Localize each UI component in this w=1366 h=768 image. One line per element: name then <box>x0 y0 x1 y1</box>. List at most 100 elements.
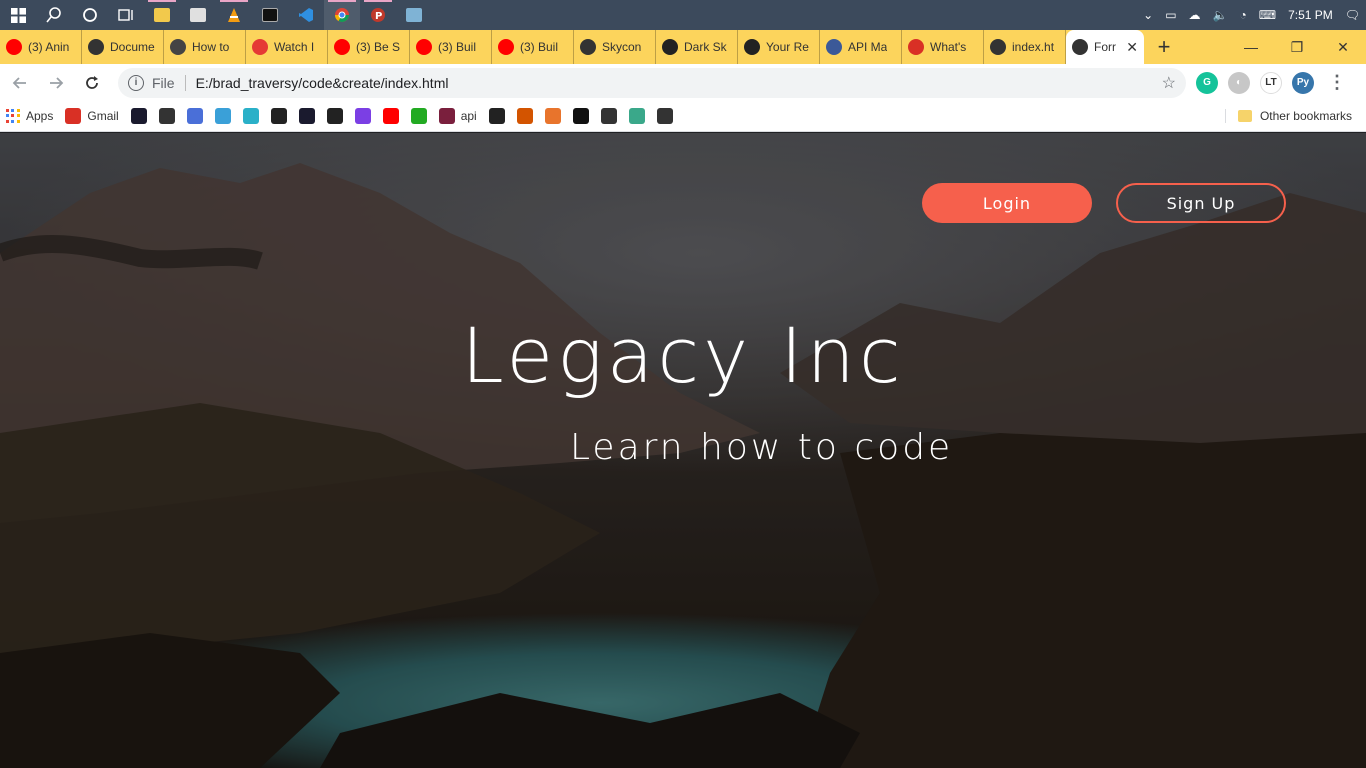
store-icon[interactable] <box>180 0 216 30</box>
volume-icon[interactable]: 🔈 <box>1207 8 1234 22</box>
forward-button[interactable] <box>40 67 72 99</box>
browser-tab[interactable]: How to <box>164 30 246 64</box>
browser-tab[interactable]: Watch I <box>246 30 328 64</box>
shield-check-icon <box>242 108 259 124</box>
tab-title: Forr <box>1094 40 1116 54</box>
browser-tab[interactable]: Dark Sk <box>656 30 738 64</box>
bookmark-item[interactable] <box>511 103 539 129</box>
apps-grid-icon <box>6 109 20 123</box>
signup-button[interactable]: Sign Up <box>1116 183 1286 223</box>
browser-tab[interactable]: Docume <box>82 30 164 64</box>
bookmark-item[interactable]: api <box>433 103 483 129</box>
bookmark-item[interactable] <box>377 103 405 129</box>
cortana-icon[interactable] <box>72 0 108 30</box>
language-icon[interactable]: ⌨ <box>1253 8 1282 22</box>
bookmark-item[interactable] <box>405 103 433 129</box>
bookmark-item[interactable] <box>595 103 623 129</box>
windows-start-icon[interactable] <box>0 0 36 30</box>
bookmark-item[interactable] <box>483 103 511 129</box>
languagetool-icon[interactable]: LT <box>1260 71 1282 94</box>
timer-icon <box>410 108 427 124</box>
close-window-button[interactable]: ✕ <box>1320 30 1366 64</box>
browser-tab[interactable]: Your Re <box>738 30 820 64</box>
other-bookmarks[interactable]: Other bookmarks <box>1224 109 1366 123</box>
bookmark-item[interactable] <box>651 103 679 129</box>
globe-icon <box>990 39 1006 55</box>
tab-title: API Ma <box>848 40 888 54</box>
page-title: Legacy Inc <box>461 311 905 400</box>
browser-tab[interactable]: index.ht <box>984 30 1066 64</box>
search-icon[interactable] <box>36 0 72 30</box>
bookmark-label: Apps <box>26 109 54 123</box>
battery-icon[interactable]: ▭ <box>1159 8 1182 22</box>
bookmark-item[interactable] <box>265 103 293 129</box>
bookmark-item[interactable] <box>125 103 153 129</box>
address-bar[interactable]: i File E:/brad_traversy/code&create/inde… <box>118 67 1186 98</box>
tab-title: Dark Sk <box>684 40 727 54</box>
bookmark-item[interactable]: Gmail <box>59 103 124 129</box>
notification-icon[interactable]: 🗨 <box>1339 8 1366 22</box>
onedrive-icon[interactable]: ☁ <box>1183 8 1207 22</box>
python-icon[interactable]: Py <box>1292 71 1314 94</box>
bookmarks-bar: Apps Gmail api Other bookmarks <box>0 101 1366 132</box>
wifi-icon[interactable]: ◔ <box>1233 8 1252 22</box>
new-tab-button[interactable]: + <box>1144 30 1184 64</box>
grammarly-icon[interactable]: G <box>1196 71 1218 94</box>
photos-icon[interactable] <box>396 0 432 30</box>
browser-menu-icon[interactable]: ⋮ <box>1328 72 1346 93</box>
bookmark-item[interactable] <box>209 103 237 129</box>
tab-title: (3) Buil <box>438 40 477 54</box>
vscode-icon[interactable] <box>288 0 324 30</box>
api-icon <box>826 39 842 55</box>
tab-title: (3) Buil <box>520 40 559 54</box>
browser-tab[interactable]: (3) Anin <box>0 30 82 64</box>
bookmark-item[interactable] <box>153 103 181 129</box>
browser-tab[interactable]: (3) Buil <box>410 30 492 64</box>
chevron-up-icon[interactable]: ⌄ <box>1137 8 1159 22</box>
chrome-icon[interactable] <box>324 0 360 30</box>
browser-tab[interactable]: (3) Be S <box>328 30 410 64</box>
clock[interactable]: 7:51 PM <box>1282 8 1339 22</box>
info-icon[interactable]: i <box>128 74 144 91</box>
bookmark-item[interactable] <box>349 103 377 129</box>
tab-title: index.ht <box>1012 40 1055 54</box>
bookmark-star-icon[interactable]: ☆ <box>1162 73 1176 93</box>
browser-tab[interactable]: What's <box>902 30 984 64</box>
bookmark-item[interactable] <box>293 103 321 129</box>
restore-button[interactable]: ❐ <box>1274 30 1320 64</box>
other-bookmarks-label: Other bookmarks <box>1259 109 1352 123</box>
browser-tab[interactable]: (3) Buil <box>492 30 574 64</box>
bookmark-item[interactable] <box>237 103 265 129</box>
bookmark-item[interactable] <box>623 103 651 129</box>
bookmark-item[interactable] <box>567 103 595 129</box>
d-icon <box>628 108 645 124</box>
tab-title: Docume <box>110 40 155 54</box>
postman-icon[interactable]: P <box>360 0 396 30</box>
brand-d-icon <box>354 108 371 124</box>
browser-tab[interactable]: API Ma <box>820 30 902 64</box>
vlc-icon[interactable] <box>216 0 252 30</box>
bookmark-item[interactable]: Apps <box>0 103 59 129</box>
login-button[interactable]: Login <box>922 183 1092 223</box>
bookmark-item[interactable] <box>181 103 209 129</box>
target-icon <box>270 108 287 124</box>
minimize-button[interactable]: — <box>1228 30 1274 64</box>
extension-icon[interactable]: ◐ <box>1228 71 1250 94</box>
task-view-icon[interactable] <box>108 0 144 30</box>
badge-icon <box>516 108 533 124</box>
bookmark-item[interactable] <box>539 103 567 129</box>
browser-tab[interactable]: Skycon <box>574 30 656 64</box>
js-icon <box>544 108 561 124</box>
url-text[interactable]: E:/brad_traversy/code&create/index.html <box>196 75 449 91</box>
globe-icon <box>580 39 596 55</box>
browser-tab-strip: (3) Anin Docume How to Watch I (3) Be S (3) B… <box>0 30 1366 64</box>
terminal-icon[interactable] <box>252 0 288 30</box>
bookmark-item[interactable] <box>321 103 349 129</box>
gmail-icon <box>908 39 924 55</box>
tab-close-icon[interactable]: ✕ <box>1126 39 1138 56</box>
medium-icon <box>572 108 589 124</box>
tab-active[interactable]: Forr ✕ <box>1066 30 1144 64</box>
file-explorer-icon[interactable] <box>144 0 180 30</box>
reload-button[interactable] <box>76 67 108 99</box>
back-button[interactable] <box>4 67 36 99</box>
